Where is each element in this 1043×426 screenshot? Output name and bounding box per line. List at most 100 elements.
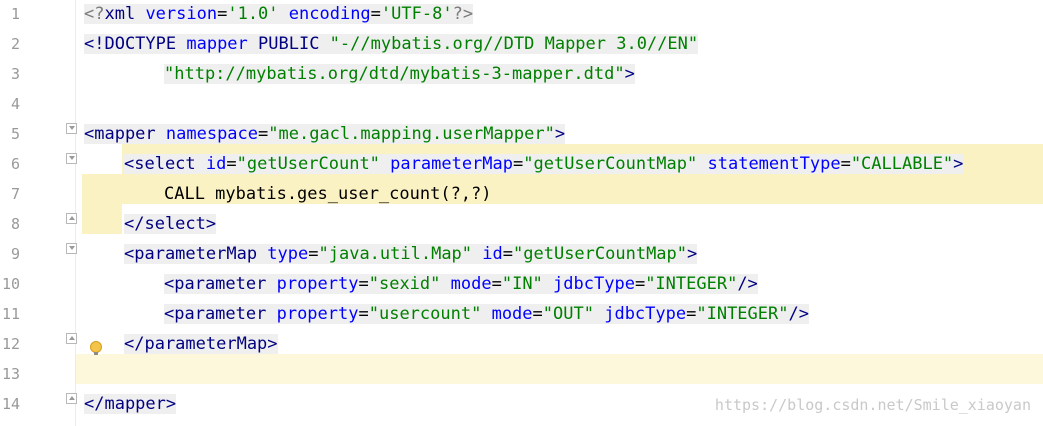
- code-token: property: [276, 304, 359, 324]
- code-token: property: [276, 274, 359, 294]
- line-number: 2: [10, 35, 20, 53]
- code-token: jdbcType: [604, 304, 687, 324]
- code-text: CALL mybatis.ges_user_count(?,?): [164, 184, 492, 204]
- code-editor[interactable]: 1 <?xml version='1.0' encoding='UTF-8'?> 2…: [0, 0, 1043, 426]
- code-token: =: [840, 154, 851, 174]
- line-number: 8: [10, 215, 20, 233]
- code-line[interactable]: 4: [0, 90, 1043, 120]
- code-token: mode: [450, 274, 492, 294]
- code-line[interactable]: 2 <!DOCTYPE mapper PUBLIC "-//mybatis.org…: [0, 30, 1043, 60]
- line-number: 12: [1, 335, 20, 353]
- code-token: "CALLABLE": [850, 154, 954, 174]
- code-token: version: [145, 4, 218, 24]
- code-token: <select: [124, 154, 206, 174]
- code-text: <parameterMap type="java.util.Map" id="g…: [124, 244, 698, 264]
- line-number: 4: [10, 95, 20, 113]
- code-text: <mapper namespace="me.gacl.mapping.userM…: [84, 124, 566, 144]
- code-token: statementType: [707, 154, 841, 174]
- code-token: <?: [84, 4, 105, 24]
- code-token: parameterMap: [390, 154, 513, 174]
- code-token: />: [737, 274, 758, 294]
- code-token: =: [358, 304, 369, 324]
- code-token: </mapper>: [84, 394, 177, 414]
- code-token: namespace: [165, 124, 259, 144]
- code-token: =: [226, 154, 237, 174]
- code-token: "-//mybatis.org//DTD Mapper 3.0//EN": [329, 34, 699, 54]
- code-line[interactable]: 5 <mapper namespace="me.gacl.mapping.user…: [0, 120, 1043, 150]
- code-token: >: [554, 124, 566, 144]
- code-line[interactable]: 8 </select>: [0, 210, 1043, 240]
- code-token: =: [308, 244, 319, 264]
- code-line[interactable]: 6 <select id="getUserCount" parameterMap=…: [0, 150, 1043, 180]
- code-line[interactable]: 13: [0, 360, 1043, 390]
- code-token: "OUT": [542, 304, 594, 324]
- code-token: </parameterMap>: [124, 334, 278, 354]
- code-token: "usercount": [368, 304, 482, 324]
- code-token: =: [217, 4, 228, 24]
- code-token: =: [491, 274, 502, 294]
- line-number: 6: [10, 155, 20, 173]
- code-text: <parameter property="usercount" mode="OU…: [164, 304, 809, 324]
- code-token: "http://mybatis.org/dtd/mybatis-3-mapper…: [164, 64, 625, 84]
- code-token: encoding: [288, 4, 371, 24]
- code-line[interactable]: 9 <parameterMap type="java.util.Map" id="…: [0, 240, 1043, 270]
- code-token: CALL mybatis.ges_user_count(?,?): [164, 184, 492, 204]
- code-text: </parameterMap>: [124, 334, 278, 354]
- code-text: "http://mybatis.org/dtd/mybatis-3-mapper…: [164, 64, 635, 84]
- code-token: =: [634, 274, 646, 294]
- code-line[interactable]: 11 <parameter property="usercount" mode="…: [0, 300, 1043, 330]
- code-token: id: [205, 154, 227, 174]
- code-text: </mapper>: [84, 394, 177, 414]
- code-token: >: [624, 64, 635, 84]
- code-token: <!DOCTYPE: [84, 34, 187, 54]
- code-token: '1.0': [227, 4, 279, 24]
- line-number: 1: [10, 5, 20, 23]
- code-token: =: [532, 304, 543, 324]
- code-token: id: [482, 244, 503, 264]
- code-line[interactable]: 7 CALL mybatis.ges_user_count(?,?): [0, 180, 1043, 210]
- code-token: <mapper: [84, 124, 166, 144]
- code-token: "INTEGER": [696, 304, 789, 324]
- code-token: mode: [491, 304, 533, 324]
- code-token: "getUserCount": [236, 154, 380, 174]
- line-number: 14: [1, 395, 20, 413]
- code-token: "INTEGER": [645, 274, 738, 294]
- code-text: </select>: [124, 214, 217, 234]
- line-number: 3: [10, 65, 20, 83]
- code-line[interactable]: 10 <parameter property="sexid" mode="IN" …: [0, 270, 1043, 300]
- code-token: />: [788, 304, 809, 324]
- code-token: >: [687, 244, 698, 264]
- code-text: <!DOCTYPE mapper PUBLIC "-//mybatis.org/…: [84, 34, 699, 54]
- code-token: mapper: [186, 34, 248, 54]
- code-text: <select id="getUserCount" parameterMap="…: [124, 154, 964, 174]
- code-token: =: [258, 124, 269, 144]
- code-token: "IN": [501, 274, 543, 294]
- code-token: <parameter: [164, 304, 277, 324]
- code-token: ?>: [452, 4, 474, 24]
- line-number: 10: [1, 275, 20, 293]
- code-line[interactable]: 1 <?xml version='1.0' encoding='UTF-8'?>: [0, 0, 1043, 30]
- code-token: 'UTF-8': [380, 4, 453, 24]
- line-number: 9: [10, 245, 20, 263]
- watermark: https://blog.csdn.net/Smile_xiaoyan: [714, 396, 1031, 414]
- code-token: PUBLIC: [247, 34, 330, 54]
- line-number: 5: [10, 125, 20, 143]
- code-token: "java.util.Map": [318, 244, 473, 264]
- code-line[interactable]: 3 "http://mybatis.org/dtd/mybatis-3-mappe…: [0, 60, 1043, 90]
- code-text: <?xml version='1.0' encoding='UTF-8'?>: [84, 4, 474, 24]
- code-token: </select>: [124, 214, 217, 234]
- code-token: xml: [104, 4, 146, 24]
- code-token: =: [358, 274, 369, 294]
- code-token: "getUserCountMap": [513, 244, 688, 264]
- code-token: jdbcType: [553, 274, 635, 294]
- code-line[interactable]: 12 </parameterMap>: [0, 330, 1043, 360]
- line-number: 13: [1, 365, 20, 383]
